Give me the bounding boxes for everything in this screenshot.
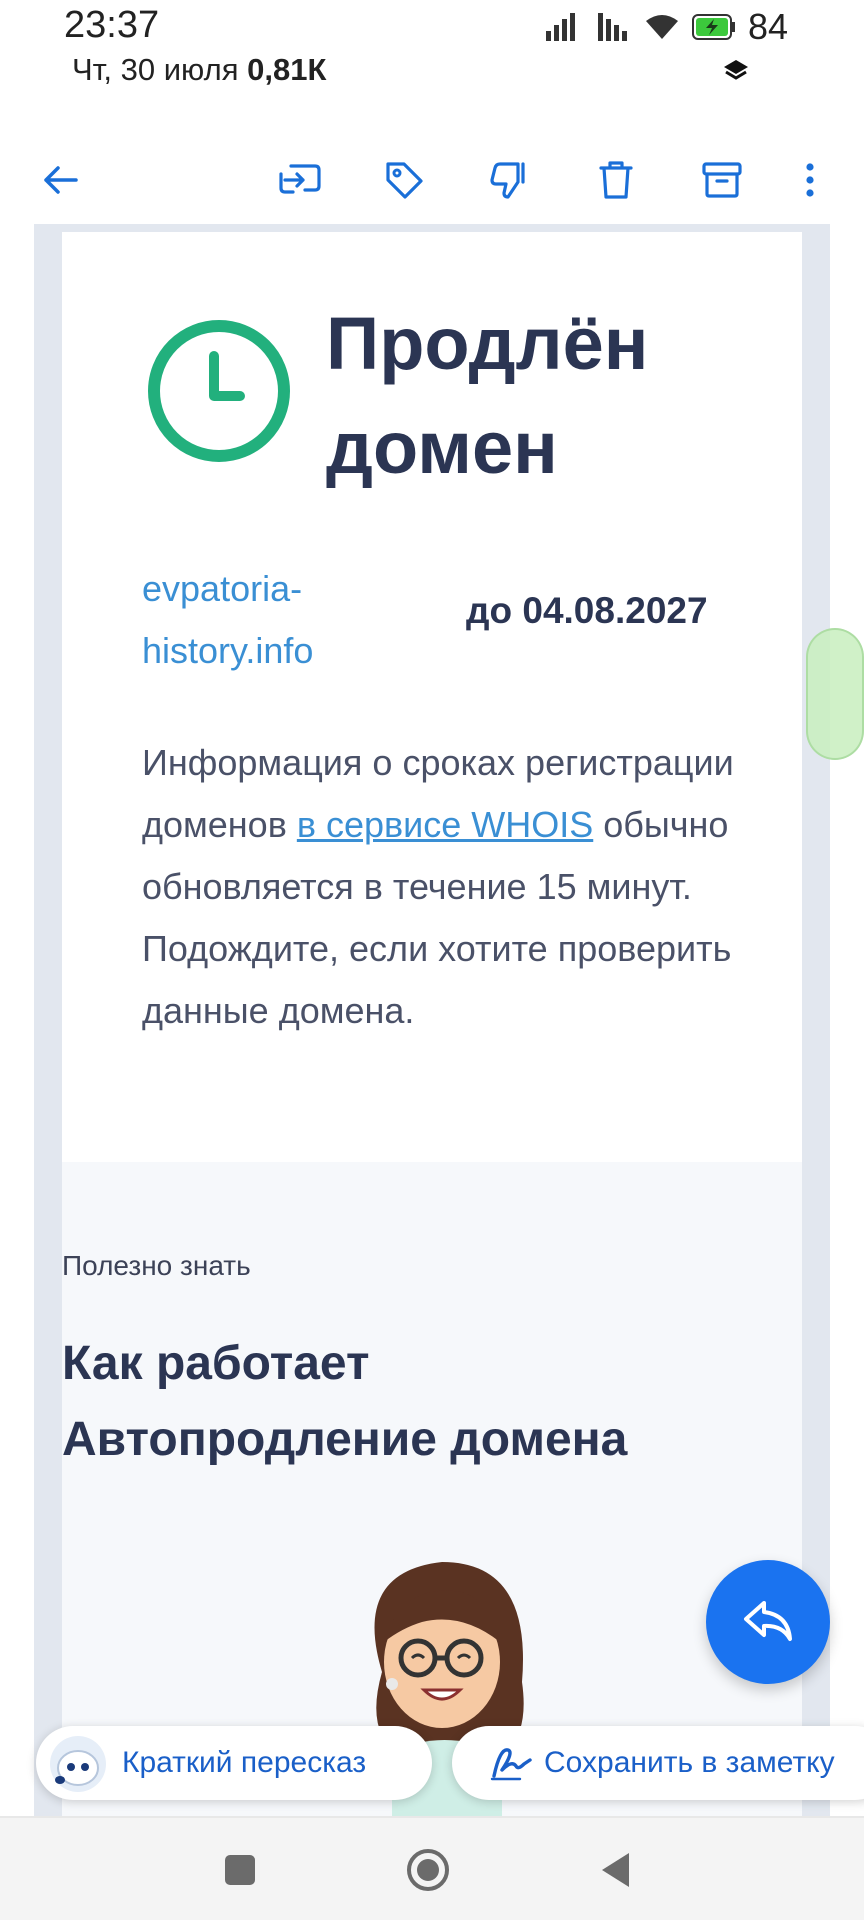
- status-date: Чт, 30 июля 0,81К: [72, 52, 326, 88]
- home-circle-icon: [407, 1849, 449, 1891]
- scroll-handle[interactable]: [806, 628, 864, 760]
- recents-button[interactable]: [204, 1834, 276, 1906]
- useful-label: Полезно знать: [62, 1250, 251, 1281]
- spam-button[interactable]: [474, 140, 546, 220]
- archive-icon: [702, 162, 742, 198]
- system-navbar: [0, 1816, 864, 1920]
- reply-icon: [744, 1601, 792, 1641]
- email-body: Продлён домен evpatoria-history.info до …: [62, 232, 802, 1822]
- reply-button[interactable]: [706, 1560, 830, 1684]
- status-data-speed: 0,81К: [247, 52, 327, 87]
- howto-title: Как работает Автопродление домена: [62, 1337, 628, 1466]
- home-button[interactable]: [392, 1834, 464, 1906]
- status-time: 23:37: [64, 4, 160, 46]
- battery-charging-icon: [691, 14, 735, 40]
- triangle-back-icon: [602, 1853, 629, 1887]
- assistant-mascot-icon: [50, 1736, 106, 1792]
- expiry-date: до 04.08.2027: [466, 590, 708, 631]
- archive-button[interactable]: [686, 140, 758, 220]
- nav-back-button[interactable]: [580, 1834, 652, 1906]
- delete-button[interactable]: [580, 140, 652, 220]
- signal-icon: [545, 13, 575, 41]
- more-vertical-icon: [806, 163, 814, 197]
- save-note-chip-label: Сохранить в заметку: [544, 1746, 835, 1779]
- square-icon: [225, 1855, 255, 1885]
- summary-chip-label: Краткий пересказ: [122, 1746, 367, 1779]
- summary-chip[interactable]: Краткий пересказ: [36, 1726, 432, 1800]
- email-title: Продлён домен: [326, 302, 649, 489]
- thumbs-down-icon: [490, 162, 525, 199]
- signature-pen-icon: [490, 1748, 532, 1781]
- back-button[interactable]: [24, 140, 96, 220]
- clock-icon: [148, 320, 290, 462]
- email-toolbar: [0, 140, 864, 220]
- back-arrow-icon: [44, 166, 78, 194]
- save-note-chip[interactable]: Сохранить в заметку: [452, 1726, 864, 1800]
- label-icon: [386, 162, 423, 199]
- label-button[interactable]: [368, 140, 440, 220]
- battery-percent: 84: [747, 6, 788, 47]
- wifi-icon: [645, 15, 678, 39]
- move-button[interactable]: [264, 140, 336, 220]
- domain-link[interactable]: evpatoria-history.info: [142, 558, 402, 682]
- signal-2-icon: [597, 13, 627, 41]
- status-icons: 84: [545, 6, 788, 48]
- status-date-text: Чт, 30 июля: [72, 52, 239, 87]
- trash-icon: [599, 161, 633, 199]
- whois-link[interactable]: в сервисе WHOIS: [297, 804, 593, 845]
- status-bar: 23:37 Чт, 30 июля 0,81К 84: [0, 0, 864, 100]
- layers-icon: [724, 60, 748, 80]
- info-paragraph: Информация о сроках регистрации доменов …: [142, 732, 742, 1042]
- more-button[interactable]: [774, 140, 846, 220]
- move-to-folder-icon: [279, 164, 321, 194]
